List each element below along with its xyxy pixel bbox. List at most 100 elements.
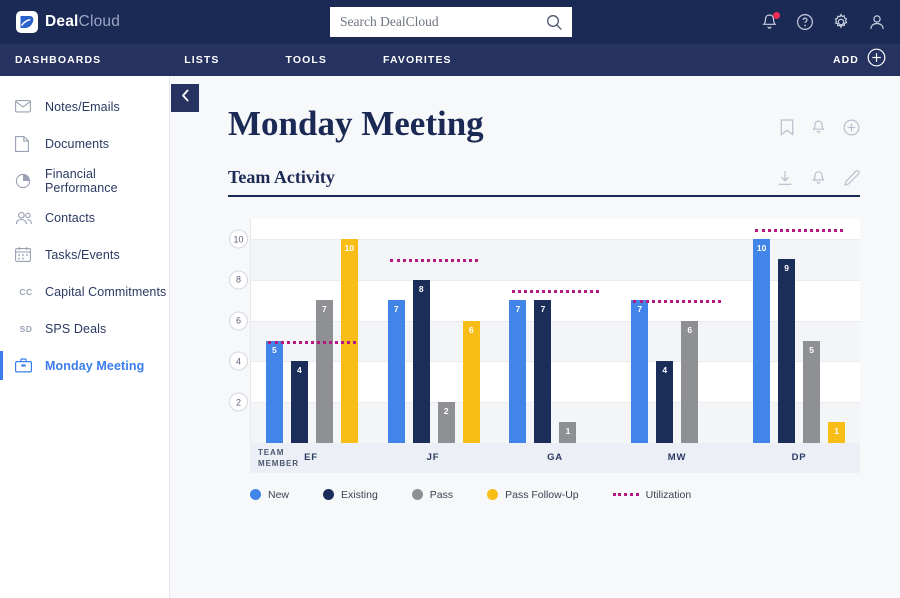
x-axis-tick: DP	[791, 452, 807, 464]
top-bar: DealCloud	[0, 0, 900, 44]
y-axis-tick: 2	[229, 392, 248, 412]
legend-label: Pass Follow-Up	[505, 488, 579, 501]
chart-bar[interactable]: 1	[828, 422, 846, 443]
settings-gear-icon[interactable]	[832, 13, 850, 31]
brand-deal-text: Deal	[45, 13, 79, 30]
bell-icon[interactable]	[811, 170, 826, 186]
legend-item[interactable]: New	[250, 489, 289, 501]
chart-bar[interactable]: 7	[387, 300, 405, 443]
chart-bar[interactable]: 7	[534, 300, 552, 443]
sidebar-item-notes-emails[interactable]: Notes/Emails	[0, 88, 169, 125]
chart-bar-value: 1	[834, 426, 839, 437]
chart-bar-value: 2	[443, 406, 449, 417]
search-box[interactable]	[330, 7, 572, 37]
utilization-line	[268, 340, 356, 344]
briefcase-icon	[15, 358, 37, 373]
sidebar-item-label: Monday Meeting	[45, 358, 145, 373]
download-icon[interactable]	[777, 170, 793, 186]
chart-bar-value: 10	[756, 243, 767, 254]
y-axis-tick: 6	[229, 311, 248, 331]
chart-bar[interactable]: 6	[462, 320, 480, 443]
chart-plot-area: 2 4 6 8 10 5 4 7 10 7 8 2 6 7 7 1 7 4 6 10 9 5 1	[229, 218, 860, 443]
sidebar-item-monday-meeting[interactable]: Monday Meeting	[0, 347, 169, 384]
card-action-icons	[777, 169, 860, 188]
sidebar-item-financial-performance[interactable]: Financial Performance	[0, 162, 169, 199]
nav-item-favorites[interactable]: FAVORITES	[383, 54, 452, 66]
notifications-bell-icon[interactable]	[761, 12, 780, 31]
user-profile-icon[interactable]	[868, 13, 886, 31]
chart-bar-value: 7	[637, 304, 643, 315]
chart-bar[interactable]: 7	[509, 300, 527, 443]
help-circle-icon[interactable]	[796, 13, 814, 31]
search-input[interactable]	[330, 7, 546, 37]
page-title: Monday Meeting	[228, 104, 484, 143]
add-button-label: ADD	[832, 54, 859, 66]
nav-item-lists[interactable]: LISTS	[184, 54, 219, 66]
chart-bar[interactable]: 7	[315, 300, 333, 443]
document-icon	[15, 135, 37, 152]
chart-bar[interactable]: 4	[656, 361, 674, 443]
chevron-left-icon	[180, 89, 191, 107]
chart-bar[interactable]: 7	[631, 300, 649, 443]
chart-bar-value: 7	[322, 304, 327, 315]
chart-x-axis: TEAM MEMBER EF JF GA MW DP	[250, 442, 860, 473]
legend-item[interactable]: Pass Follow-Up	[487, 489, 579, 501]
edit-pencil-icon[interactable]	[844, 169, 860, 186]
chart-bar-value: 9	[784, 263, 789, 274]
sidebar-item-sps-deals[interactable]: SD SPS Deals	[0, 310, 169, 347]
legend-label: Pass	[429, 488, 454, 501]
chart-bar[interactable]: 4	[290, 361, 308, 443]
nav-item-tools[interactable]: TOOLS	[286, 54, 327, 66]
legend-item[interactable]: Existing	[323, 489, 378, 501]
chart-bar[interactable]: 2	[437, 402, 455, 443]
brand-logo[interactable]: DealCloud	[16, 11, 120, 33]
chart-bar[interactable]: 10	[753, 239, 771, 443]
sidebar-item-label: Notes/Emails	[45, 99, 120, 114]
sidebar-collapse-button[interactable]	[171, 84, 199, 112]
plus-circle-icon[interactable]	[843, 119, 860, 136]
chart-bar-value: 4	[297, 365, 302, 376]
chart-bars: 10 9 5 1	[738, 219, 860, 443]
chart-bar[interactable]: 8	[412, 279, 430, 443]
x-axis-tick: MW	[667, 452, 687, 464]
chart-bar-value: 7	[515, 304, 521, 315]
page-body: Notes/Emails Documents Financial Perform…	[0, 76, 900, 598]
chart-bar[interactable]: 5	[265, 340, 283, 443]
sidebar-item-tasks-events[interactable]: Tasks/Events	[0, 236, 169, 273]
chart-bar-value: 10	[344, 243, 355, 254]
chart-bar[interactable]: 1	[559, 422, 577, 443]
dealcloud-logo-icon	[16, 11, 38, 33]
legend-label: New	[268, 488, 290, 501]
sidebar-item-label: Documents	[45, 136, 110, 151]
pie-chart-icon	[15, 173, 37, 189]
sidebar-item-documents[interactable]: Documents	[0, 125, 169, 162]
nav-item-dashboards[interactable]: DASHBOARDS	[15, 54, 101, 66]
chart-bar-value: 7	[393, 304, 399, 315]
chart-bar-value: 1	[565, 426, 571, 437]
chart-bar[interactable]: 9	[778, 259, 796, 443]
legend-item[interactable]: Utilization	[612, 488, 692, 501]
x-axis-tick: GA	[547, 452, 563, 464]
legend-item[interactable]: Pass	[411, 488, 454, 501]
chart-bar-group: 7 8 2 6	[373, 219, 495, 443]
legend-label: Utilization	[645, 488, 692, 501]
chart-bar[interactable]: 6	[681, 320, 699, 443]
sidebar-item-contacts[interactable]: Contacts	[0, 199, 169, 236]
chart-bar[interactable]: 5	[803, 340, 821, 443]
utilization-line	[389, 259, 478, 263]
legend-swatch	[323, 489, 335, 501]
sidebar-item-capital-commitments[interactable]: CC Capital Commitments	[0, 273, 169, 310]
notification-badge	[773, 12, 780, 19]
bell-icon[interactable]	[811, 119, 826, 136]
sidebar-item-label: Contacts	[45, 210, 96, 225]
utilization-line	[633, 300, 722, 304]
add-button[interactable]: ADD	[833, 48, 886, 72]
main-navigation: DASHBOARDS LISTS TOOLS FAVORITES ADD	[0, 44, 900, 76]
chart-bar-value: 7	[540, 304, 546, 315]
contacts-icon	[15, 211, 37, 225]
y-axis-tick: 4	[229, 351, 248, 371]
sd-text-icon: SD	[19, 323, 33, 334]
bookmark-icon[interactable]	[780, 119, 794, 136]
search-icon[interactable]	[546, 14, 563, 31]
cc-text-icon: CC	[19, 286, 33, 297]
